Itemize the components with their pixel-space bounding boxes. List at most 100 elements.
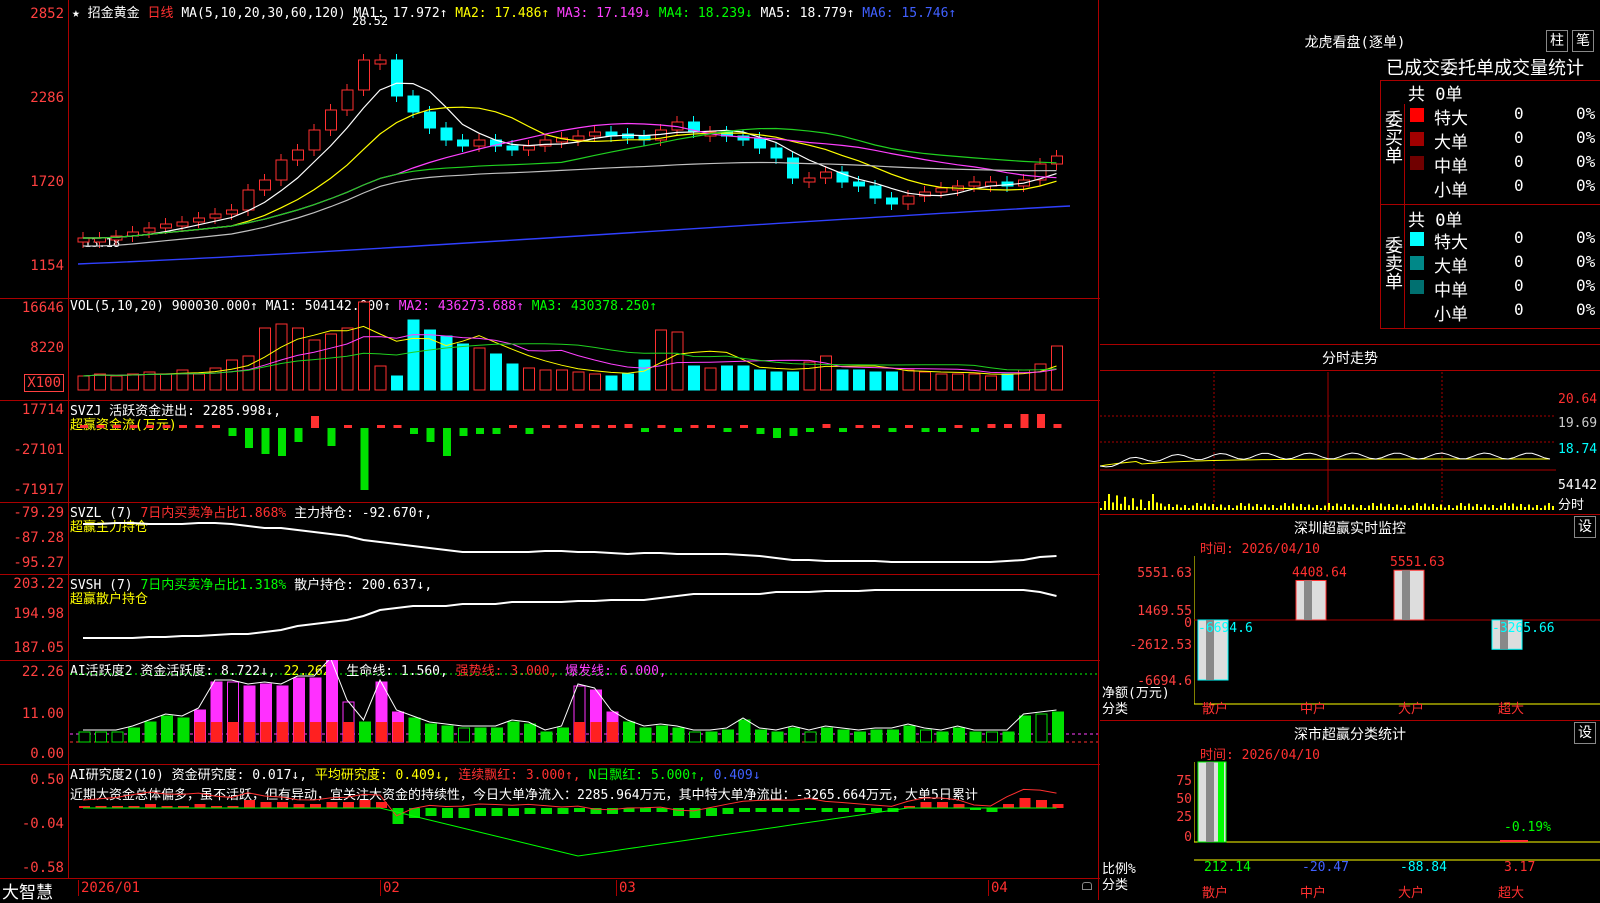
- stat-tabs[interactable]: 已成交委托单成交量统计: [1386, 54, 1584, 80]
- dragon-board: 龙虎看盘(逐单) 柱 笔 已成交委托单成交量统计 委买单 委卖单 共 0单 共 …: [1100, 0, 1600, 345]
- bar-mode-button[interactable]: 柱: [1546, 30, 1568, 52]
- sell-row-count: 0: [1514, 252, 1524, 271]
- kline-chart[interactable]: [70, 0, 1100, 298]
- tick-mode-button[interactable]: 笔: [1572, 30, 1594, 52]
- volume-bar: [836, 369, 849, 391]
- sz-class-title: 深市超赢分类统计: [1294, 727, 1406, 743]
- intraday-vol-bar: [1200, 506, 1202, 510]
- research-bar: [508, 808, 519, 816]
- activity-bar: [689, 731, 701, 743]
- svzj-chart[interactable]: [70, 400, 1100, 502]
- svzl-chart[interactable]: [70, 502, 1100, 574]
- intraday-vol-bar: [1312, 507, 1314, 510]
- volume-chart[interactable]: [70, 298, 1100, 400]
- sz-monitor-chart[interactable]: -6694.6 4408.64 5551.63 -3265.66: [1194, 554, 1600, 720]
- candle-body: [440, 127, 453, 141]
- buy-row-count: 0: [1514, 152, 1524, 171]
- intraday-chart[interactable]: [1100, 372, 1556, 512]
- volume-bar: [1034, 363, 1047, 391]
- intraday-vol-bar: [1420, 506, 1422, 510]
- research-bar: [359, 800, 371, 808]
- ai-research-chart[interactable]: [70, 764, 1100, 878]
- fund-flow-bar: [113, 425, 121, 428]
- svzj-panel[interactable]: 17714 -27101 -71917 SVZJ 活跃资金进出: 2285.99…: [0, 400, 1100, 503]
- candle-body: [787, 157, 799, 179]
- candle-body: [193, 217, 205, 223]
- intraday-vol-bar: [1440, 504, 1442, 510]
- y-tick: 16646: [21, 300, 64, 316]
- volume-bar: [193, 373, 205, 391]
- buy-row-count: 0: [1514, 104, 1524, 123]
- sz-class-settings-button[interactable]: 设: [1574, 722, 1596, 744]
- sell-row-pct: 0%: [1576, 276, 1596, 295]
- intraday-vol-bar: [1156, 502, 1158, 510]
- intraday-vol-bar: [1416, 503, 1418, 510]
- kline-panel[interactable]: 2852 2286 1720 1154 ★ 招金黄金 日线 MA(5,10,20…: [0, 0, 1100, 299]
- activity-bar: [458, 727, 470, 743]
- sz-monitor-panel[interactable]: 深圳超赢实时监控 设 时间: 2026/04/10 5551.63 1469.5…: [1100, 514, 1600, 721]
- research-bar: [194, 804, 206, 808]
- intraday-vol-bar: [1160, 503, 1162, 510]
- ai-research-panel[interactable]: 0.50 -0.04 -0.58 AI研究度2(10) 资金研究度: 0.017…: [0, 764, 1100, 879]
- intraday-panel[interactable]: 分时走势 20.64 19.69 18.74 54142 分时: [1100, 344, 1600, 515]
- y-tick: 75: [1176, 774, 1192, 789]
- fund-flow-bar: [723, 428, 732, 432]
- volume-bar: [704, 367, 717, 391]
- sz-monitor-title: 深圳超赢实时监控: [1294, 521, 1406, 537]
- activity-bar: [854, 731, 866, 743]
- activity-bar-red: [343, 722, 354, 742]
- volume-bar: [341, 327, 354, 391]
- intraday-vol-bar: [1276, 508, 1278, 510]
- buy-row-swatch: [1410, 108, 1424, 122]
- lock-icon[interactable]: [1082, 882, 1092, 890]
- intraday-vol-bar: [1388, 504, 1390, 510]
- sell-row-count: 0: [1514, 276, 1524, 295]
- fund-flow-bar: [294, 428, 303, 442]
- intraday-vol-bar: [1400, 507, 1402, 510]
- sz-monitor-value: -3265.66: [1492, 621, 1555, 636]
- activity-bar: [986, 731, 998, 743]
- fund-flow-bar: [591, 425, 600, 428]
- candle-body: [473, 139, 486, 147]
- volume-panel[interactable]: 16646 8220 X100 VOL(5,10,20) 900030.000↑…: [0, 298, 1100, 401]
- svsh-chart[interactable]: [70, 574, 1100, 660]
- candle-body: [523, 145, 535, 151]
- intraday-vol-bar: [1380, 503, 1382, 510]
- sz-monitor-settings-button[interactable]: 设: [1574, 516, 1596, 538]
- fund-flow-bar: [344, 425, 352, 428]
- fund-flow-bar: [690, 425, 699, 428]
- intraday-vol-bar: [1480, 507, 1482, 510]
- date-tick: 02: [380, 880, 400, 896]
- candle-body: [176, 221, 189, 227]
- research-bar: [1019, 798, 1031, 808]
- research-bar: [425, 808, 437, 816]
- sz-class-bar-accent: [1218, 762, 1224, 842]
- activity-bar-red: [194, 722, 206, 742]
- sz-class-panel[interactable]: 深市超赢分类统计 设 时间: 2026/04/10 75 50 25 0 比例%…: [1100, 720, 1600, 901]
- ai-activity-panel[interactable]: 22.26 11.00 0.00 AI活跃度2 资金活跃度: 8.722↓, 2…: [0, 660, 1100, 765]
- ai-activity-chart[interactable]: [70, 660, 1100, 764]
- svsh-panel[interactable]: 203.22 194.98 187.05 SVSH (7) 7日内买卖净占比1.…: [0, 574, 1100, 661]
- sell-row-count: 0: [1514, 300, 1524, 319]
- intraday-vol-bar: [1500, 505, 1502, 510]
- activity-bar-red: [260, 722, 272, 742]
- candle-body: [589, 131, 601, 137]
- volume-bar: [457, 343, 469, 391]
- candle-body: [457, 139, 469, 147]
- volume-bar: [869, 371, 882, 391]
- intraday-vol-bar: [1512, 503, 1514, 510]
- sell-row-name: 大单: [1434, 257, 1468, 277]
- svzl-panel[interactable]: -79.29 -87.28 -95.27 SVZL (7) 7日内买卖净占比1.…: [0, 502, 1100, 575]
- candle-body: [226, 209, 238, 215]
- intraday-vol-bar: [1528, 504, 1530, 510]
- intraday-vol-bar: [1344, 504, 1346, 510]
- intraday-vol-bar: [1268, 507, 1270, 510]
- cls-cat: 散户: [1202, 886, 1229, 901]
- research-bar: [986, 808, 998, 812]
- dragon-title: 龙虎看盘(逐单): [1304, 35, 1406, 51]
- fund-flow-bar: [261, 428, 270, 454]
- intraday-vol-bar: [1412, 505, 1414, 510]
- buy-total: 共 0单: [1408, 85, 1463, 105]
- sz-monitor-xlabel: 分类: [1102, 702, 1129, 717]
- research-bar: [557, 808, 569, 814]
